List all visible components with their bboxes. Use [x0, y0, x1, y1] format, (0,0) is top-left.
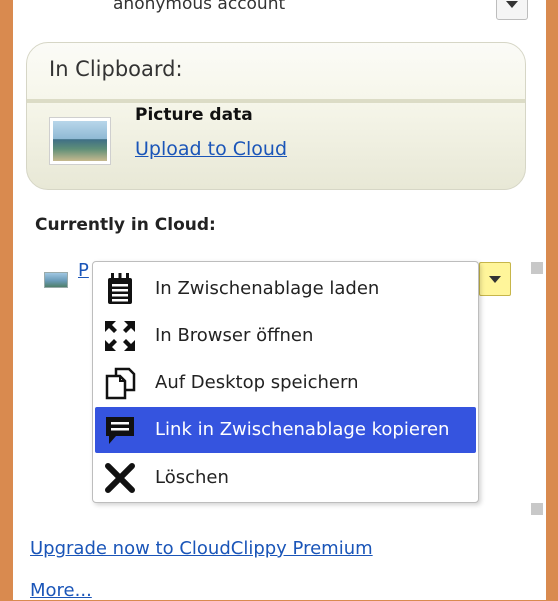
menu-item-load-to-clipboard[interactable]: In Zwischenablage laden	[95, 266, 476, 312]
section-divider	[27, 99, 525, 103]
menu-item-label: Auf Desktop speichern	[155, 372, 359, 393]
scroll-up-button[interactable]	[531, 262, 543, 274]
menu-item-open-in-browser[interactable]: In Browser öffnen	[95, 313, 476, 359]
more-link[interactable]: More...	[30, 580, 92, 601]
menu-item-label: Link in Zwischenablage kopieren	[155, 419, 450, 440]
scroll-down-button[interactable]	[531, 503, 543, 515]
menu-item-label: Löschen	[155, 467, 229, 488]
upload-to-cloud-link[interactable]: Upload to Cloud	[135, 138, 287, 160]
cloud-item-link[interactable]: P	[78, 260, 89, 281]
upgrade-premium-link[interactable]: Upgrade now to CloudClippy Premium	[30, 538, 373, 559]
account-label: anonymous account	[113, 0, 286, 14]
cloud-section-title: Currently in Cloud:	[35, 215, 216, 235]
menu-item-label: In Browser öffnen	[155, 325, 314, 346]
picture-file-icon	[44, 272, 68, 288]
close-x-icon	[105, 463, 135, 493]
cloud-list-scrollbar[interactable]	[531, 262, 543, 522]
document-copy-icon	[105, 367, 136, 400]
chevron-down-icon	[506, 1, 518, 8]
clipboard-item-label: Picture data	[135, 105, 253, 125]
cloud-item-dropdown-button[interactable]	[479, 262, 511, 296]
chevron-down-icon	[489, 276, 501, 283]
cloudclippy-panel: anonymous account In Clipboard: Picture …	[13, 0, 546, 601]
menu-item-copy-link[interactable]: Link in Zwischenablage kopieren	[95, 407, 476, 453]
menu-item-delete[interactable]: Löschen	[95, 455, 476, 501]
clipboard-icon	[108, 273, 132, 304]
picture-thumbnail	[49, 117, 111, 165]
clipboard-section: In Clipboard: Picture data Upload to Clo…	[26, 42, 526, 190]
menu-item-save-to-desktop[interactable]: Auf Desktop speichern	[95, 360, 476, 406]
expand-arrows-icon	[105, 321, 135, 351]
landscape-image-icon	[53, 121, 107, 161]
speech-bubble-icon	[106, 417, 134, 444]
context-menu: In Zwischenablage laden In Browser öffne…	[92, 261, 479, 503]
account-dropdown-button[interactable]	[496, 0, 528, 20]
clipboard-title: In Clipboard:	[49, 57, 183, 81]
menu-item-label: In Zwischenablage laden	[155, 278, 380, 299]
